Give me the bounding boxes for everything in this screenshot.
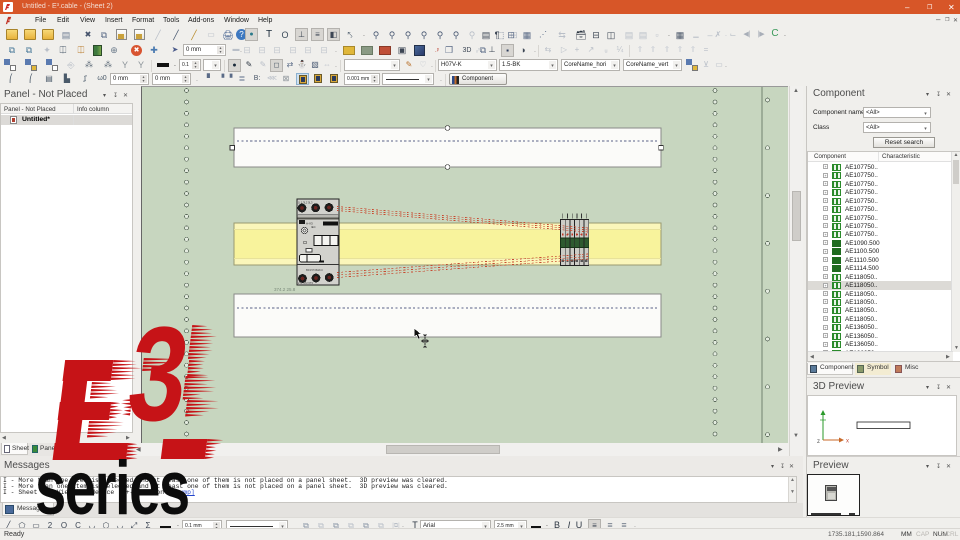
svg-text:x: x (846, 439, 849, 445)
svg-text:B0/157/0MA/U: B0/157/0MA/U (306, 268, 323, 272)
svg-text:2T1 4T2 6T3: 2T1 4T2 6T3 (298, 281, 313, 285)
svg-text:IEC: IEC (311, 225, 316, 229)
svg-text:1L1 3L2 5L3: 1L1 3L2 5L3 (298, 201, 313, 205)
svg-text:series: series (35, 446, 189, 531)
svg-text:3: 3 (121, 300, 197, 449)
svg-text:374.2 25.8: 374.2 25.8 (274, 287, 296, 292)
svg-text:z: z (817, 439, 820, 445)
